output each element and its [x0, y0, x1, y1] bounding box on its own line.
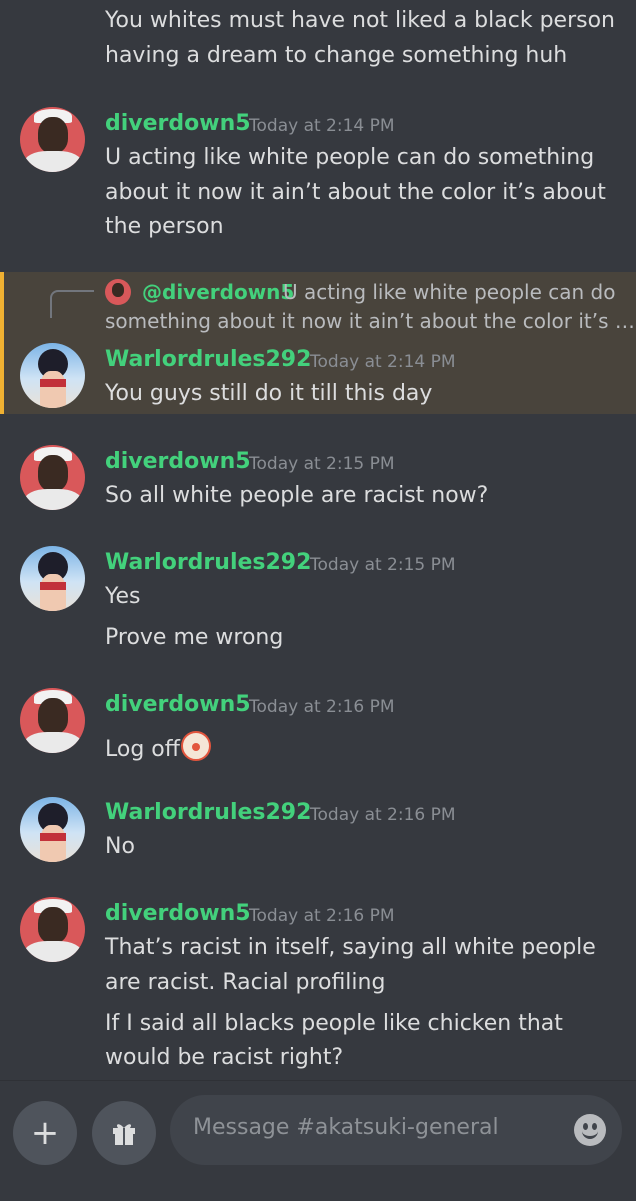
- message-text: Log off: [105, 737, 180, 762]
- avatar[interactable]: [20, 688, 85, 753]
- message-line: about it now it ain’t about the color it…: [105, 180, 606, 205]
- message-input[interactable]: Message #akatsuki-general: [170, 1095, 622, 1165]
- message-line: Prove me wrong: [105, 625, 284, 650]
- timestamp: Today at 2:15 PM: [310, 555, 456, 575]
- message-line: So all white people are racist now?: [105, 483, 489, 508]
- plus-icon[interactable]: +: [13, 1101, 77, 1165]
- message-line: Yes: [105, 584, 141, 609]
- username[interactable]: diverdown5: [105, 901, 251, 926]
- gift-icon: [113, 1124, 135, 1145]
- gift-button[interactable]: [92, 1101, 156, 1165]
- message-line: having a dream to change something huh: [105, 43, 568, 68]
- timestamp: Today at 2:16 PM: [310, 805, 456, 825]
- message-line: would be racist right?: [105, 1045, 344, 1070]
- avatar[interactable]: [20, 107, 85, 172]
- username[interactable]: diverdown5: [105, 692, 251, 717]
- message-input-placeholder: Message #akatsuki-general: [193, 1115, 499, 1140]
- username[interactable]: diverdown5: [105, 449, 251, 474]
- username[interactable]: Warlordrules292: [105, 347, 311, 372]
- clown-emoji: [180, 731, 211, 761]
- message-line: Log off: [105, 731, 211, 762]
- message-line: U acting like white people can do someth…: [105, 145, 595, 170]
- message-line: You guys still do it till this day: [105, 381, 433, 406]
- username[interactable]: Warlordrules292: [105, 800, 311, 825]
- message-line: are racist. Racial profiling: [105, 970, 386, 995]
- mention-highlight-bar: [0, 272, 4, 414]
- message-line: the person: [105, 214, 224, 239]
- message-line: If I said all blacks people like chicken…: [105, 1011, 563, 1036]
- timestamp: Today at 2:15 PM: [249, 454, 395, 474]
- username[interactable]: diverdown5: [105, 111, 251, 136]
- reply-preview-text[interactable]: U acting like white people can do: [283, 280, 615, 304]
- reply-preview-text[interactable]: something about it now it ain’t about th…: [105, 309, 635, 333]
- avatar[interactable]: [20, 445, 85, 510]
- username[interactable]: Warlordrules292: [105, 550, 311, 575]
- message-line: That’s racist in itself, saying all whit…: [105, 935, 596, 960]
- avatar[interactable]: [20, 797, 85, 862]
- avatar[interactable]: [20, 343, 85, 408]
- message-line: No: [105, 834, 135, 859]
- timestamp: Today at 2:14 PM: [310, 352, 456, 372]
- timestamp: Today at 2:16 PM: [249, 697, 395, 717]
- reply-username[interactable]: @diverdown5: [142, 280, 294, 304]
- reply-avatar[interactable]: [105, 279, 131, 305]
- avatar[interactable]: [20, 897, 85, 962]
- emoji-icon[interactable]: [574, 1114, 606, 1146]
- timestamp: Today at 2:16 PM: [249, 906, 395, 926]
- message-composer: + Message #akatsuki-general: [0, 1080, 636, 1201]
- avatar[interactable]: [20, 546, 85, 611]
- timestamp: Today at 2:14 PM: [249, 116, 395, 136]
- reply-connector: [50, 290, 94, 318]
- message-line: You whites must have not liked a black p…: [105, 8, 615, 33]
